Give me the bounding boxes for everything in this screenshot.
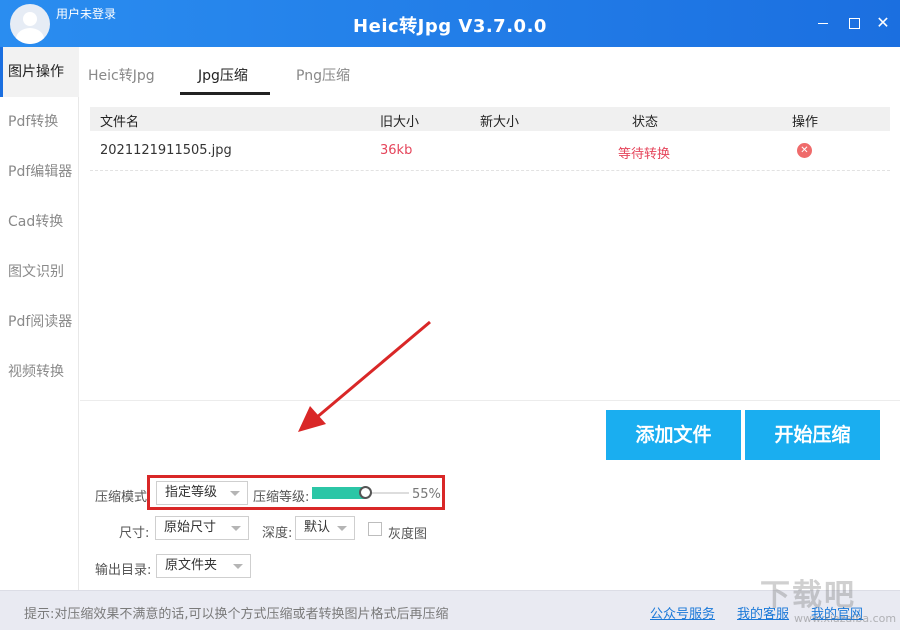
- size-value: 原始尺寸: [164, 520, 217, 535]
- add-file-button[interactable]: 添加文件: [606, 410, 741, 460]
- status-cell: 等待转换: [618, 147, 671, 162]
- column-header-status: 状态: [632, 115, 659, 130]
- chevron-down-icon: [231, 526, 241, 531]
- watermark-logo: 下载吧: [760, 578, 856, 613]
- maximize-button[interactable]: [845, 14, 863, 32]
- sidebar: 图片操作 Pdf转换 Pdf编辑器 Cad转换 图文识别 Pdf阅读器 视频转换: [0, 47, 79, 590]
- annotation-arrow: [298, 320, 431, 432]
- sidebar-item-image-ops[interactable]: 图片操作: [0, 47, 79, 97]
- column-header-action: 操作: [792, 115, 819, 130]
- column-header-filename: 文件名: [100, 115, 140, 130]
- file-table: 文件名 旧大小 新大小 状态 操作 2021121911505.jpg 36kb…: [90, 107, 890, 171]
- tab-bar: Heic转Jpg Jpg压缩 Png压缩: [80, 47, 900, 97]
- close-button[interactable]: ✕: [874, 14, 892, 32]
- column-header-old-size: 旧大小: [380, 115, 420, 130]
- chevron-down-icon: [233, 564, 243, 569]
- tab-jpg-compress[interactable]: Jpg压缩: [198, 65, 248, 85]
- start-compress-button[interactable]: 开始压缩: [745, 410, 880, 460]
- table-header: 文件名 旧大小 新大小 状态 操作: [90, 107, 890, 131]
- footer-tip: 提示:对压缩效果不满意的话,可以换个方式压缩或者转换图片格式后再压缩: [24, 607, 449, 622]
- size-label: 尺寸:: [119, 526, 150, 541]
- output-dir-select[interactable]: 原文件夹: [156, 554, 251, 578]
- app-title: Heic转Jpg V3.7.0.0: [353, 16, 547, 37]
- official-account-link[interactable]: 公众号服务: [650, 603, 715, 622]
- depth-select[interactable]: 默认: [295, 516, 355, 540]
- depth-label: 深度:: [262, 526, 293, 541]
- delete-icon[interactable]: ✕: [797, 143, 812, 158]
- file-name-cell: 2021121911505.jpg: [100, 143, 232, 158]
- sidebar-item-pdf-convert[interactable]: Pdf转换: [0, 97, 79, 147]
- annotation-highlight-box: [147, 475, 445, 510]
- sidebar-item-pdf-reader[interactable]: Pdf阅读器: [0, 297, 79, 347]
- tab-png-compress[interactable]: Png压缩: [296, 65, 350, 85]
- chevron-down-icon: [337, 526, 347, 531]
- size-select[interactable]: 原始尺寸: [155, 516, 249, 540]
- tab-heic-to-jpg[interactable]: Heic转Jpg: [88, 65, 155, 85]
- sidebar-item-pdf-editor[interactable]: Pdf编辑器: [0, 147, 79, 197]
- output-dir-value: 原文件夹: [165, 558, 218, 573]
- sidebar-item-ocr[interactable]: 图文识别: [0, 247, 79, 297]
- grayscale-checkbox[interactable]: [368, 522, 382, 536]
- panel-divider: [80, 400, 900, 401]
- column-header-new-size: 新大小: [480, 115, 520, 130]
- minimize-button[interactable]: [814, 14, 832, 32]
- title-bar: 用户未登录 Heic转Jpg V3.7.0.0 ✕: [0, 0, 900, 47]
- sidebar-item-video-convert[interactable]: 视频转换: [0, 347, 79, 397]
- watermark-url: www.xiazaiba.com: [794, 612, 897, 625]
- table-row[interactable]: 2021121911505.jpg 36kb 等待转换 ✕: [90, 131, 890, 171]
- output-dir-label: 输出目录:: [95, 563, 152, 578]
- sidebar-item-cad-convert[interactable]: Cad转换: [0, 197, 79, 247]
- grayscale-label: 灰度图: [388, 527, 428, 542]
- depth-value: 默认: [304, 520, 331, 535]
- active-tab-indicator: [180, 92, 270, 95]
- compress-mode-label: 压缩模式: [95, 490, 148, 505]
- old-size-cell: 36kb: [380, 143, 413, 158]
